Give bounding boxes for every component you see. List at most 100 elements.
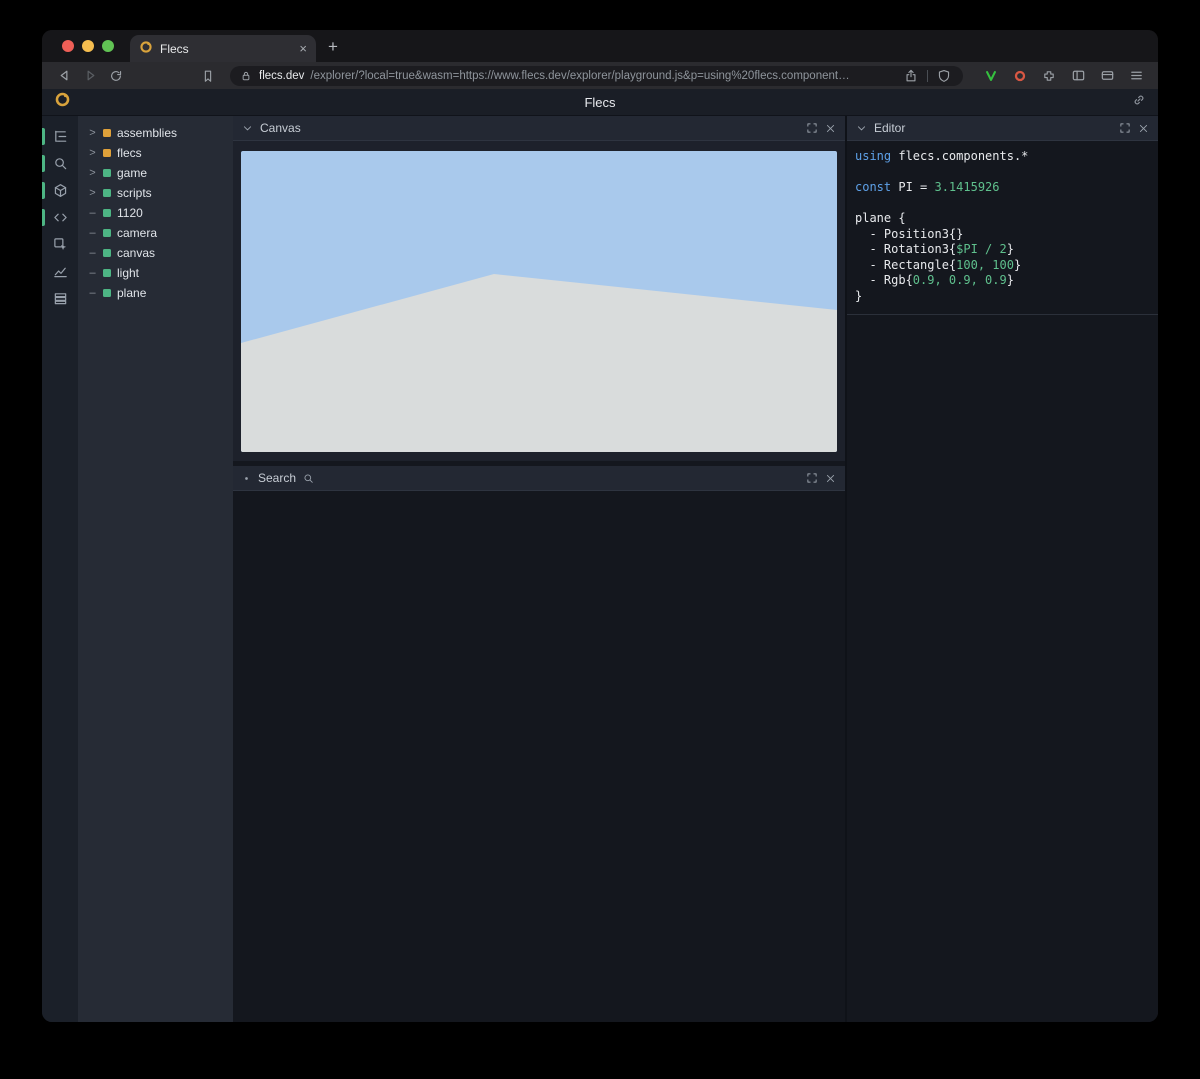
code-line[interactable]: - Position3{} (855, 227, 1150, 243)
flecs-favicon-icon (139, 40, 153, 57)
share-link-icon[interactable] (1132, 93, 1146, 112)
traffic-lights (42, 40, 130, 62)
menu-icon[interactable] (1126, 68, 1146, 83)
leaf-dash-icon: – (88, 247, 97, 259)
tree-item-scripts[interactable]: > scripts (78, 183, 233, 203)
tree-item-canvas[interactable]: –canvas (78, 243, 233, 263)
search-panel-title: Search (258, 471, 296, 485)
extension-area (975, 68, 1146, 83)
code-line[interactable]: - Rgb{0.9, 0.9, 0.9} (855, 273, 1150, 289)
tree-item-1120[interactable]: –1120 (78, 203, 233, 223)
code-line[interactable] (855, 165, 1150, 181)
app-title: Flecs (42, 95, 1158, 110)
sidebar-toggle-icon[interactable] (1068, 68, 1088, 83)
browser-window: Flecs × + flecs.dev /explorer/?local=tru… (42, 30, 1158, 1022)
fullscreen-icon[interactable] (1119, 122, 1131, 134)
flecs-logo-icon[interactable] (54, 91, 71, 113)
entity-tree-icon[interactable] (42, 123, 78, 150)
expand-arrow-icon[interactable]: > (88, 167, 97, 179)
collapsed-bullet-icon[interactable] (242, 474, 251, 483)
code-token: PI = (898, 180, 934, 194)
3d-scene (241, 151, 837, 452)
window-close-button[interactable] (62, 40, 74, 52)
extension-red-dot-icon[interactable] (1010, 69, 1030, 83)
url-host: flecs.dev (259, 70, 304, 82)
tab-strip: Flecs × + (42, 30, 1158, 62)
tree-item-assemblies[interactable]: >assemblies (78, 123, 233, 143)
code-token: const (855, 180, 898, 194)
entity-color-swatch (103, 129, 111, 137)
close-icon[interactable] (825, 473, 836, 484)
address-bar[interactable]: flecs.dev /explorer/?local=true&wasm=htt… (230, 66, 963, 86)
window-minimize-button[interactable] (82, 40, 94, 52)
forward-button[interactable] (80, 68, 100, 83)
chevron-down-icon[interactable] (856, 123, 867, 134)
leaf-dash-icon: – (88, 287, 97, 299)
expand-arrow-icon[interactable]: > (88, 147, 97, 159)
modules-cube-icon[interactable] (42, 177, 78, 204)
extension-v-icon[interactable] (981, 69, 1001, 83)
code-token: 3.1415926 (934, 180, 999, 194)
tree-item-camera[interactable]: –camera (78, 223, 233, 243)
code-token: - Rotation3{ (855, 242, 956, 256)
query-search-icon[interactable] (42, 150, 78, 177)
stats-chart-icon[interactable] (42, 258, 78, 285)
code-token: } (855, 289, 862, 303)
code-line[interactable] (855, 196, 1150, 212)
app-header: Flecs (42, 89, 1158, 116)
tree-item-label: 1120 (117, 206, 143, 220)
wallet-icon[interactable] (1097, 68, 1117, 83)
share-icon[interactable] (901, 69, 921, 83)
tree-item-label: scripts (117, 186, 152, 200)
chevron-down-icon[interactable] (242, 123, 253, 134)
entity-color-swatch (103, 289, 111, 297)
tree-item-plane[interactable]: – plane (78, 283, 233, 303)
canvas-panel-header: Canvas (233, 116, 845, 141)
lock-icon (239, 70, 253, 82)
fullscreen-icon[interactable] (806, 122, 818, 134)
code-line[interactable]: - Rectangle{100, 100} (855, 258, 1150, 274)
code-editor[interactable]: using flecs.components.* const PI = 3.141… (847, 141, 1158, 315)
close-icon[interactable] (825, 123, 836, 134)
reload-button[interactable] (106, 69, 126, 83)
code-token: - Rgb{ (855, 273, 913, 287)
code-line[interactable]: } (855, 289, 1150, 305)
new-tab-button[interactable]: + (316, 37, 350, 62)
code-token: } (1014, 258, 1021, 272)
entity-color-swatch (103, 249, 111, 257)
expand-arrow-icon[interactable]: > (88, 187, 97, 199)
3d-canvas-viewport[interactable] (241, 151, 837, 452)
bookmark-icon[interactable] (198, 69, 218, 83)
code-line[interactable]: using flecs.components.* (855, 149, 1150, 165)
window-zoom-button[interactable] (102, 40, 114, 52)
code-token: $PI / 2 (956, 242, 1007, 256)
script-code-icon[interactable] (42, 204, 78, 231)
entity-color-swatch (103, 169, 111, 177)
code-line[interactable]: - Rotation3{$PI / 2} (855, 242, 1150, 258)
tables-icon[interactable] (42, 285, 78, 312)
back-button[interactable] (54, 68, 74, 83)
tree-item-light[interactable]: –light (78, 263, 233, 283)
editor-panel-header: Editor (847, 116, 1158, 141)
extensions-puzzle-icon[interactable] (1039, 69, 1059, 83)
code-token: 100, 100 (956, 258, 1014, 272)
code-line[interactable]: plane { (855, 211, 1150, 227)
browser-tab[interactable]: Flecs × (130, 35, 316, 62)
tree-item-label: flecs (117, 146, 142, 160)
leaf-dash-icon: – (88, 267, 97, 279)
entity-color-swatch (103, 189, 111, 197)
tab-close-icon[interactable]: × (299, 41, 307, 56)
canvas-panel-title: Canvas (260, 121, 301, 135)
inspector-icon[interactable] (42, 231, 78, 258)
close-icon[interactable] (1138, 123, 1149, 134)
expand-arrow-icon[interactable]: > (88, 127, 97, 139)
tree-item-flecs[interactable]: > flecs (78, 143, 233, 163)
code-line[interactable]: const PI = 3.1415926 (855, 180, 1150, 196)
entity-tree-panel: >assemblies>flecs>game>scripts–1120–came… (78, 116, 233, 1022)
fullscreen-icon[interactable] (806, 472, 818, 484)
tree-item-label: plane (117, 286, 146, 300)
tree-item-game[interactable]: >game (78, 163, 233, 183)
brave-shield-icon[interactable] (934, 69, 954, 83)
code-token: plane { (855, 211, 906, 225)
ground-plane (241, 274, 837, 452)
